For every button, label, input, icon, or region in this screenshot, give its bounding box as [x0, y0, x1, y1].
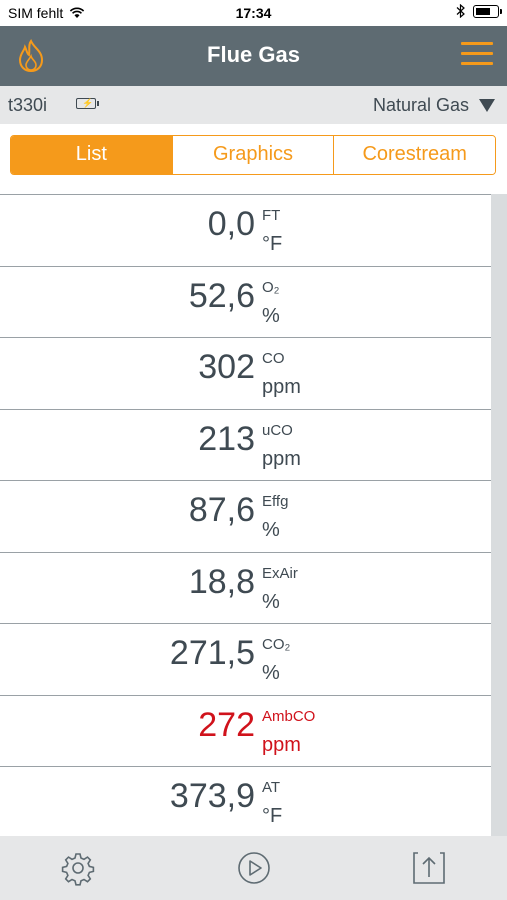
menu-button[interactable]: [461, 42, 493, 70]
export-icon: [413, 852, 445, 884]
measurement-row-ambco[interactable]: 272 AmbCO ppm: [0, 696, 491, 767]
menu-icon-line: [461, 52, 493, 55]
measurement-param: Effg: [262, 493, 289, 510]
tab-graphics[interactable]: Graphics: [172, 136, 335, 174]
measurement-value: 213: [198, 419, 255, 458]
measurement-value: 272: [198, 705, 255, 744]
measurement-row-effg[interactable]: 87,6 Effg %: [0, 481, 491, 553]
status-right: [456, 4, 502, 18]
fuel-select[interactable]: Natural Gas: [373, 95, 495, 116]
measurement-unit: ppm: [262, 733, 301, 756]
measurement-param: AT: [262, 779, 281, 796]
measurement-unit: ppm: [262, 376, 301, 398]
bottom-toolbar: [0, 836, 507, 900]
gear-icon: [61, 853, 95, 886]
measurement-param: AmbCO: [262, 707, 316, 725]
status-bar: SIM fehlt 17:34: [0, 0, 507, 26]
view-tabs: List Graphics Corestream: [10, 135, 496, 175]
device-bar: t330i ⚡ Natural Gas: [0, 86, 507, 124]
measurement-value: 52,6: [188, 276, 255, 315]
device-battery-icon: ⚡: [76, 98, 99, 109]
measurement-param: FT: [262, 207, 281, 224]
measurement-param: O₂: [262, 278, 280, 296]
measurement-value: 302: [198, 348, 255, 386]
dropdown-arrow-icon: [479, 99, 495, 112]
measurement-param: uCO: [262, 421, 293, 439]
measurement-row-ft[interactable]: 0,0 FT °F: [0, 195, 491, 267]
measurement-unit: ppm: [262, 447, 301, 470]
measurement-row-o2[interactable]: 52,6 O₂ %: [0, 267, 491, 338]
measurement-value: 18,8: [188, 562, 255, 601]
export-button[interactable]: [411, 850, 447, 886]
tab-corestream[interactable]: Corestream: [334, 136, 495, 174]
measurement-unit: %: [262, 519, 280, 541]
measurement-unit: °F: [262, 233, 283, 255]
measurement-unit: %: [262, 304, 280, 327]
menu-icon-line: [461, 62, 493, 65]
measurement-value: 87,6: [188, 491, 255, 529]
measurement-row-at[interactable]: 373,9 AT °F: [0, 767, 491, 837]
measurement-value: 0,0: [207, 205, 255, 243]
measurement-list[interactable]: 0,0 FT °F 52,6 O₂ % 302 CO ppm 213 uCO p…: [0, 194, 491, 837]
measurement-unit: %: [262, 590, 280, 613]
measurement-row-co2[interactable]: 271,5 CO₂ %: [0, 624, 491, 696]
measurement-param: CO₂: [262, 636, 291, 653]
page-title: Flue Gas: [207, 42, 300, 67]
fuel-label: Natural Gas: [372, 95, 469, 115]
scrollbar[interactable]: [491, 194, 507, 836]
tab-list[interactable]: List: [11, 136, 173, 174]
measurement-param: ExAir: [262, 564, 298, 582]
settings-button[interactable]: [60, 850, 96, 886]
measurement-unit: %: [262, 662, 280, 684]
menu-icon-line: [461, 42, 493, 45]
device-name: t330i: [8, 95, 48, 115]
status-time: 17:34: [235, 5, 272, 21]
play-icon: [238, 852, 270, 884]
measurement-row-exair[interactable]: 18,8 ExAir %: [0, 553, 491, 624]
start-measurement-button[interactable]: [236, 850, 272, 886]
measurement-value: 373,9: [169, 777, 255, 815]
app-header: Flue Gas: [0, 26, 507, 86]
battery-icon: [473, 4, 502, 18]
bluetooth-icon: [456, 4, 465, 18]
measurement-row-co[interactable]: 302 CO ppm: [0, 338, 491, 410]
measurement-row-uco[interactable]: 213 uCO ppm: [0, 410, 491, 481]
measurement-value: 271,5: [169, 634, 255, 672]
measurement-param: CO: [262, 350, 285, 367]
measurement-unit: °F: [262, 805, 283, 827]
